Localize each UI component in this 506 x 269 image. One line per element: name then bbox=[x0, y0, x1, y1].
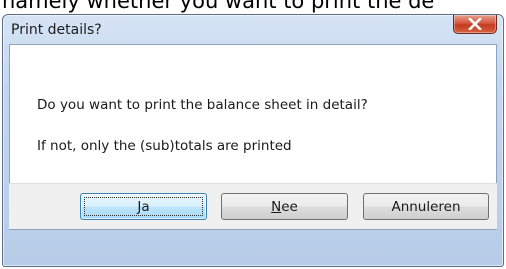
dialog-title: Print details? bbox=[11, 22, 102, 38]
message-line-2: If not, only the (sub)totals are printed bbox=[37, 138, 292, 154]
yes-button[interactable]: Ja bbox=[80, 193, 207, 220]
title-bar[interactable]: Print details? bbox=[3, 15, 503, 45]
message-line-1: Do you want to print the balance sheet i… bbox=[37, 97, 368, 113]
no-mnemonic: N bbox=[271, 198, 282, 215]
no-button-label: Nee bbox=[271, 199, 298, 215]
button-bar: Ja Nee Annuleren bbox=[9, 183, 497, 229]
print-details-dialog: Print details? Do you want to print the … bbox=[2, 14, 504, 267]
no-label-rest: ee bbox=[281, 198, 298, 215]
close-button[interactable] bbox=[453, 15, 497, 34]
cancel-button[interactable]: Annuleren bbox=[363, 193, 489, 220]
close-icon bbox=[468, 18, 482, 30]
focus-rectangle bbox=[84, 197, 203, 216]
no-button[interactable]: Nee bbox=[221, 193, 348, 220]
